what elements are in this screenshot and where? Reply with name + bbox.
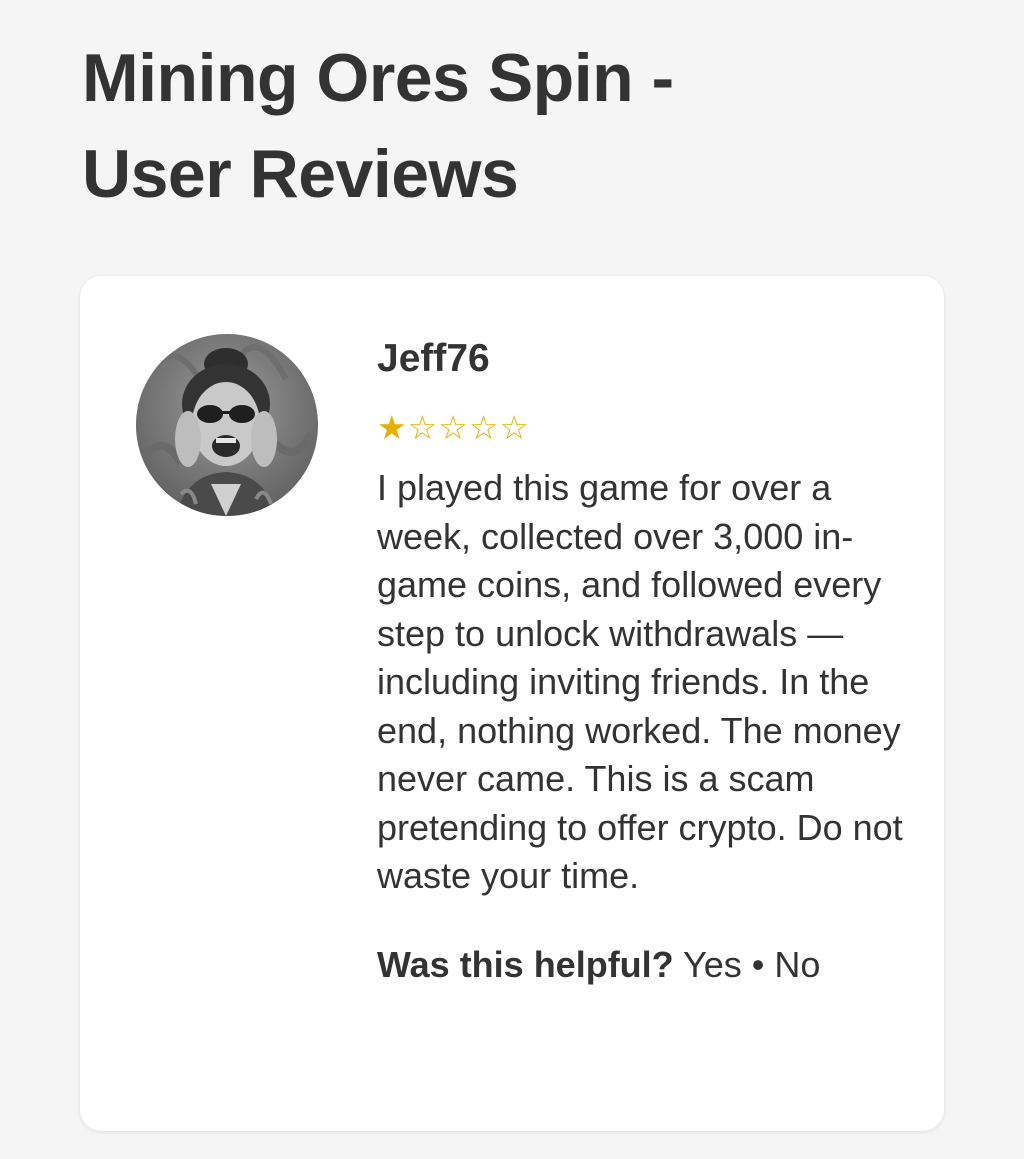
page-title-line-2: User Reviews <box>82 136 519 212</box>
star-rating: ★ ☆ ☆ ☆ ☆ <box>377 408 907 448</box>
helpful-no-link[interactable]: No <box>774 944 820 985</box>
helpful-yes-link[interactable]: Yes <box>683 944 742 985</box>
reviewer-name: Jeff76 <box>377 337 490 380</box>
star-empty-icon: ☆ <box>499 408 529 447</box>
review-body: Jeff76 ★ ☆ ☆ ☆ ☆ I played this game for … <box>377 334 907 989</box>
helpful-feedback: Was this helpful? Yes • No <box>377 941 907 989</box>
review-card: Jeff76 ★ ☆ ☆ ☆ ☆ I played this game for … <box>80 276 944 1131</box>
page-title-line-1: Mining Ores Spin - <box>82 40 674 116</box>
page-title: Mining Ores Spin - User Reviews <box>82 30 842 222</box>
helpful-separator: • <box>751 943 765 985</box>
reviews-page: Mining Ores Spin - User Reviews Jeff76 ★… <box>0 0 1024 1159</box>
avatar-photo <box>136 334 318 516</box>
avatar <box>136 334 318 516</box>
star-filled-icon: ★ <box>377 408 407 447</box>
star-empty-icon: ☆ <box>468 408 499 447</box>
helpful-prompt: Was this helpful? <box>377 943 674 985</box>
star-empty-icon: ☆ <box>407 408 438 447</box>
review-text: I played this game for over a week, coll… <box>377 467 903 896</box>
star-empty-icon: ☆ <box>438 408 468 447</box>
